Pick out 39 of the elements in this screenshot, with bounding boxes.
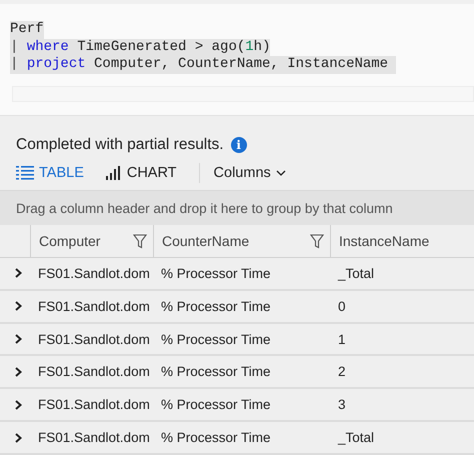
bar-chart-icon — [106, 166, 122, 180]
column-header[interactable]: InstanceName — [330, 225, 474, 257]
chevron-right-icon[interactable] — [15, 334, 22, 344]
column-header[interactable]: Computer — [30, 225, 153, 257]
table-cell-text: % Processor Time — [160, 298, 272, 314]
view-tab[interactable]: CHART — [106, 165, 177, 182]
table-cell-text: FS01.Sandlot.dom — [37, 332, 151, 347]
table-cell-text: FS01.Sandlot.dom — [37, 430, 151, 446]
column-header[interactable]: CounterName — [153, 225, 330, 257]
chevron-right-icon[interactable] — [15, 366, 22, 377]
table-cell-text: % Processor Time — [160, 397, 272, 412]
table-cell-text: % Processor Time — [160, 266, 272, 281]
status-message: Completed with partial results. — [16, 136, 224, 154]
table-cell-text: 2 — [337, 364, 347, 380]
table-cell-text: 0 — [337, 298, 347, 314]
chevron-right-icon[interactable] — [15, 400, 22, 410]
table-cell-text: % Processor Time — [160, 430, 272, 446]
list-icon — [16, 166, 34, 180]
columns-dropdown[interactable]: Columns — [214, 165, 286, 182]
table-cell-text: FS01.Sandlot.dom — [37, 266, 151, 281]
table-cell-text: % Processor Time — [160, 364, 272, 380]
filter-icon[interactable] — [133, 234, 147, 248]
chevron-right-icon[interactable] — [15, 301, 22, 312]
table-cell-text: 1 — [337, 332, 347, 347]
table-cell-text: _Total — [336, 266, 376, 281]
table-cell-text: FS01.Sandlot.dom — [37, 397, 151, 412]
table-cell-text: FS01.Sandlot.dom — [37, 364, 151, 380]
table-cell-text: _Total — [336, 430, 376, 446]
chevron-down-icon — [276, 170, 286, 176]
filter-icon[interactable] — [310, 234, 324, 248]
chevron-right-icon[interactable] — [15, 432, 22, 443]
group-by-hint: Drag a column header and drop it here to group by that column — [16, 200, 393, 216]
info-icon[interactable]: i — [230, 137, 247, 154]
table-cell-text: % Processor Time — [160, 332, 272, 347]
group-by-bar[interactable]: Drag a column header and drop it here to group by that column — [0, 190, 474, 226]
table-cell-text: FS01.Sandlot.dom — [37, 298, 151, 314]
chevron-right-icon[interactable] — [15, 268, 22, 278]
view-tab[interactable]: TABLE — [16, 165, 84, 182]
table-cell-text: 3 — [337, 397, 347, 412]
